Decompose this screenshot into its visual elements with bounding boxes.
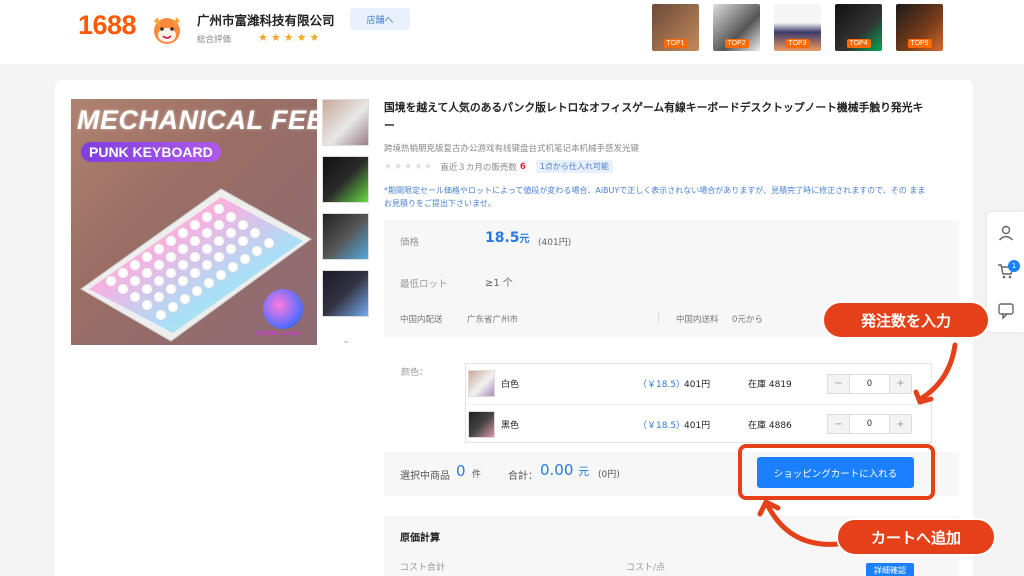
annotation-arrow-cart [765, 503, 841, 547]
annotation-input-qty: 発注数を入力 [822, 301, 990, 339]
annotation-arrow-qty [919, 342, 958, 401]
annotation-add-cart: カートへ追加 [836, 518, 996, 556]
annotation-arrows [757, 342, 958, 547]
